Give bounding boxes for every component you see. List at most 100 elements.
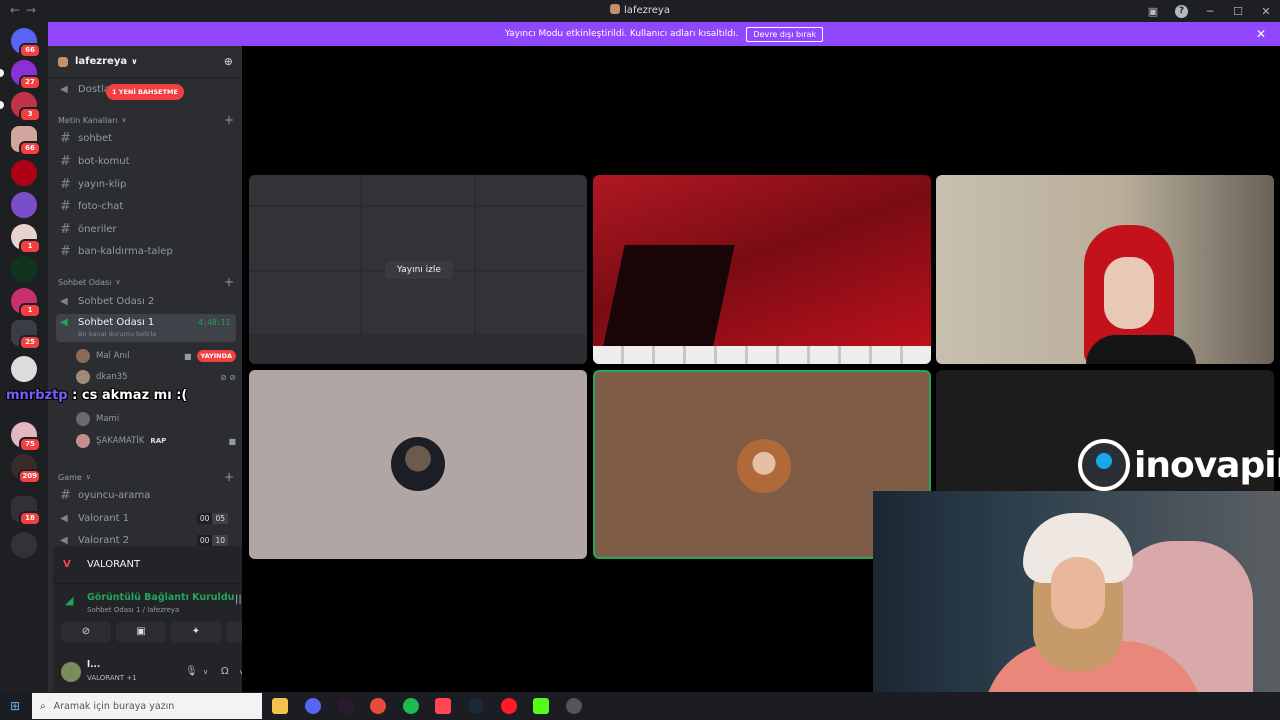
- category-text[interactable]: Metin Kanalları ∨ +: [58, 113, 234, 127]
- user-count: 00 05: [196, 512, 228, 524]
- text-channel[interactable]: # sohbet: [56, 128, 236, 148]
- server-folder-2[interactable]: 18: [11, 496, 41, 526]
- avatar: [76, 412, 90, 426]
- speaker-icon: ◀: [60, 83, 68, 95]
- server-icon-9[interactable]: [11, 356, 37, 382]
- participant-tile[interactable]: [249, 370, 587, 559]
- text-channel[interactable]: # bot-komut: [56, 151, 236, 171]
- server-icon-1[interactable]: 27: [0, 60, 41, 90]
- close-icon[interactable]: ✕: [1256, 27, 1266, 41]
- direct-messages-icon[interactable]: 66: [11, 28, 41, 58]
- server-icon-2[interactable]: 3: [0, 92, 41, 122]
- video-tile[interactable]: [936, 175, 1274, 364]
- server-icon-8[interactable]: 1: [11, 288, 41, 318]
- server-icon: [610, 4, 621, 14]
- connection-location[interactable]: Sohbet Odası 1 / lafezreya: [87, 606, 179, 614]
- category-game[interactable]: Game ∨ +: [58, 470, 234, 484]
- steam-icon[interactable]: [468, 698, 484, 714]
- text-channel[interactable]: # oyuncu-arama: [56, 485, 236, 505]
- banner-message: Yayıncı Modu etkinleştirildi. Kullanıcı …: [504, 29, 739, 39]
- add-channel-icon[interactable]: +: [224, 470, 234, 484]
- add-channel-icon[interactable]: +: [224, 113, 234, 127]
- maximize-button[interactable]: ☐: [1224, 5, 1252, 18]
- headphones-icon[interactable]: Ω: [221, 666, 229, 677]
- server-icon-5[interactable]: [11, 192, 37, 218]
- voice-user[interactable]: Mami: [76, 410, 236, 428]
- screen-share-button[interactable]: ▣: [116, 622, 166, 642]
- server-icon-6[interactable]: 1: [11, 224, 41, 254]
- chevron-down-icon[interactable]: ∨: [203, 668, 208, 676]
- chrome-icon[interactable]: [370, 698, 386, 714]
- hash-icon: #: [60, 198, 71, 214]
- user-count: 00 10: [196, 534, 228, 546]
- file-explorer-icon[interactable]: [272, 698, 288, 714]
- category-voice[interactable]: Sohbet Odası ∨ +: [58, 275, 234, 289]
- voice-channel-active[interactable]: ◀ Sohbet Odası 1 4:48:11 Bir kanal durum…: [56, 314, 236, 342]
- voice-user[interactable]: Mal Anıl ■ YAYINDA: [76, 347, 236, 365]
- minimize-button[interactable]: ─: [1196, 5, 1224, 18]
- server-icon-10[interactable]: 75: [11, 422, 41, 452]
- username[interactable]: l...: [87, 660, 100, 670]
- watch-stream-button[interactable]: Yayını izle: [385, 261, 453, 279]
- new-mention-pill[interactable]: 1 YENİ BAHSETME: [106, 84, 184, 100]
- avatar[interactable]: [61, 662, 81, 682]
- discord-taskbar-icon[interactable]: [305, 698, 321, 714]
- text-channel[interactable]: # öneriler: [56, 219, 236, 239]
- app-icon[interactable]: [338, 698, 354, 714]
- speaker-icon: ◀: [60, 317, 68, 328]
- help-icon[interactable]: ?: [1175, 4, 1188, 18]
- disable-streamer-mode-button[interactable]: Devre dışı bırak: [746, 26, 824, 42]
- add-channel-icon[interactable]: +: [224, 275, 234, 289]
- text-channel[interactable]: # foto-chat: [56, 196, 236, 216]
- search-icon: ⌕: [40, 700, 46, 712]
- video-tile[interactable]: [593, 175, 931, 364]
- close-window-button[interactable]: ✕: [1252, 5, 1280, 18]
- voice-channel[interactable]: ◀ Sohbet Odası 2: [56, 291, 236, 311]
- spotify-icon[interactable]: [403, 698, 419, 714]
- opera-icon[interactable]: [501, 698, 517, 714]
- connection-status[interactable]: Görüntülü Bağlantı Kuruldu: [87, 592, 234, 603]
- avatar: [76, 370, 90, 384]
- streamer-webcam: [873, 491, 1280, 720]
- avatar: [737, 439, 791, 493]
- window-title: lafezreya: [624, 5, 670, 16]
- signal-icon[interactable]: ◢: [65, 594, 73, 607]
- camera-icon: ■: [228, 436, 236, 446]
- obs-icon[interactable]: [566, 698, 582, 714]
- kick-icon[interactable]: [533, 698, 549, 714]
- muted-icon: ⊘ ⊘: [220, 372, 236, 382]
- stream-tile[interactable]: Yayını izle: [249, 175, 587, 364]
- voice-user[interactable]: dkan35 ⊘ ⊘: [76, 368, 236, 386]
- avatar: [76, 434, 90, 448]
- server-icon-11[interactable]: 209: [11, 454, 41, 484]
- discover-icon[interactable]: [11, 532, 37, 558]
- channel-status[interactable]: Bir kanal durumu belirle: [78, 330, 156, 338]
- text-channel[interactable]: # yayın-klip: [56, 174, 236, 194]
- activities-button[interactable]: ✦: [171, 622, 221, 642]
- hash-icon: #: [60, 487, 71, 503]
- server-icon-3[interactable]: 66: [11, 126, 41, 156]
- voice-user[interactable]: ŞAKAMATİK RAP ■: [76, 432, 236, 450]
- microphone-icon[interactable]: 🎙: [185, 666, 198, 677]
- valorant-icon[interactable]: [435, 698, 451, 714]
- voice-channel[interactable]: ◀ Valorant 1 00 05: [56, 508, 236, 528]
- hash-icon: #: [60, 153, 71, 169]
- sponsor-pin-icon: [1078, 439, 1130, 491]
- taskbar: ⊞ ⌕ Aramak için buraya yazın: [0, 692, 1280, 720]
- hash-icon: #: [60, 176, 71, 192]
- inbox-icon[interactable]: ▣: [1139, 5, 1167, 18]
- windows-start-icon[interactable]: ⊞: [10, 699, 20, 713]
- server-icon-7[interactable]: [11, 256, 37, 282]
- camera-off-button[interactable]: ⊘: [61, 622, 111, 642]
- server-folder[interactable]: 25: [11, 320, 41, 350]
- server-icon-4[interactable]: [11, 160, 37, 186]
- text-channel[interactable]: # ban-kaldırma-talep: [56, 241, 236, 261]
- hash-icon: #: [60, 243, 71, 259]
- speaker-icon: ◀: [60, 295, 68, 307]
- taskbar-search[interactable]: ⌕ Aramak için buraya yazın: [32, 693, 262, 719]
- chevron-down-icon: ∨: [85, 473, 91, 481]
- invite-icon[interactable]: ⊕: [224, 55, 233, 68]
- server-rail: 66 27 3 66 1 1 25 75 209 18: [0, 22, 48, 692]
- speaker-icon: ◀: [60, 512, 68, 524]
- server-header[interactable]: lafezreya ∨ ⊕: [48, 46, 242, 78]
